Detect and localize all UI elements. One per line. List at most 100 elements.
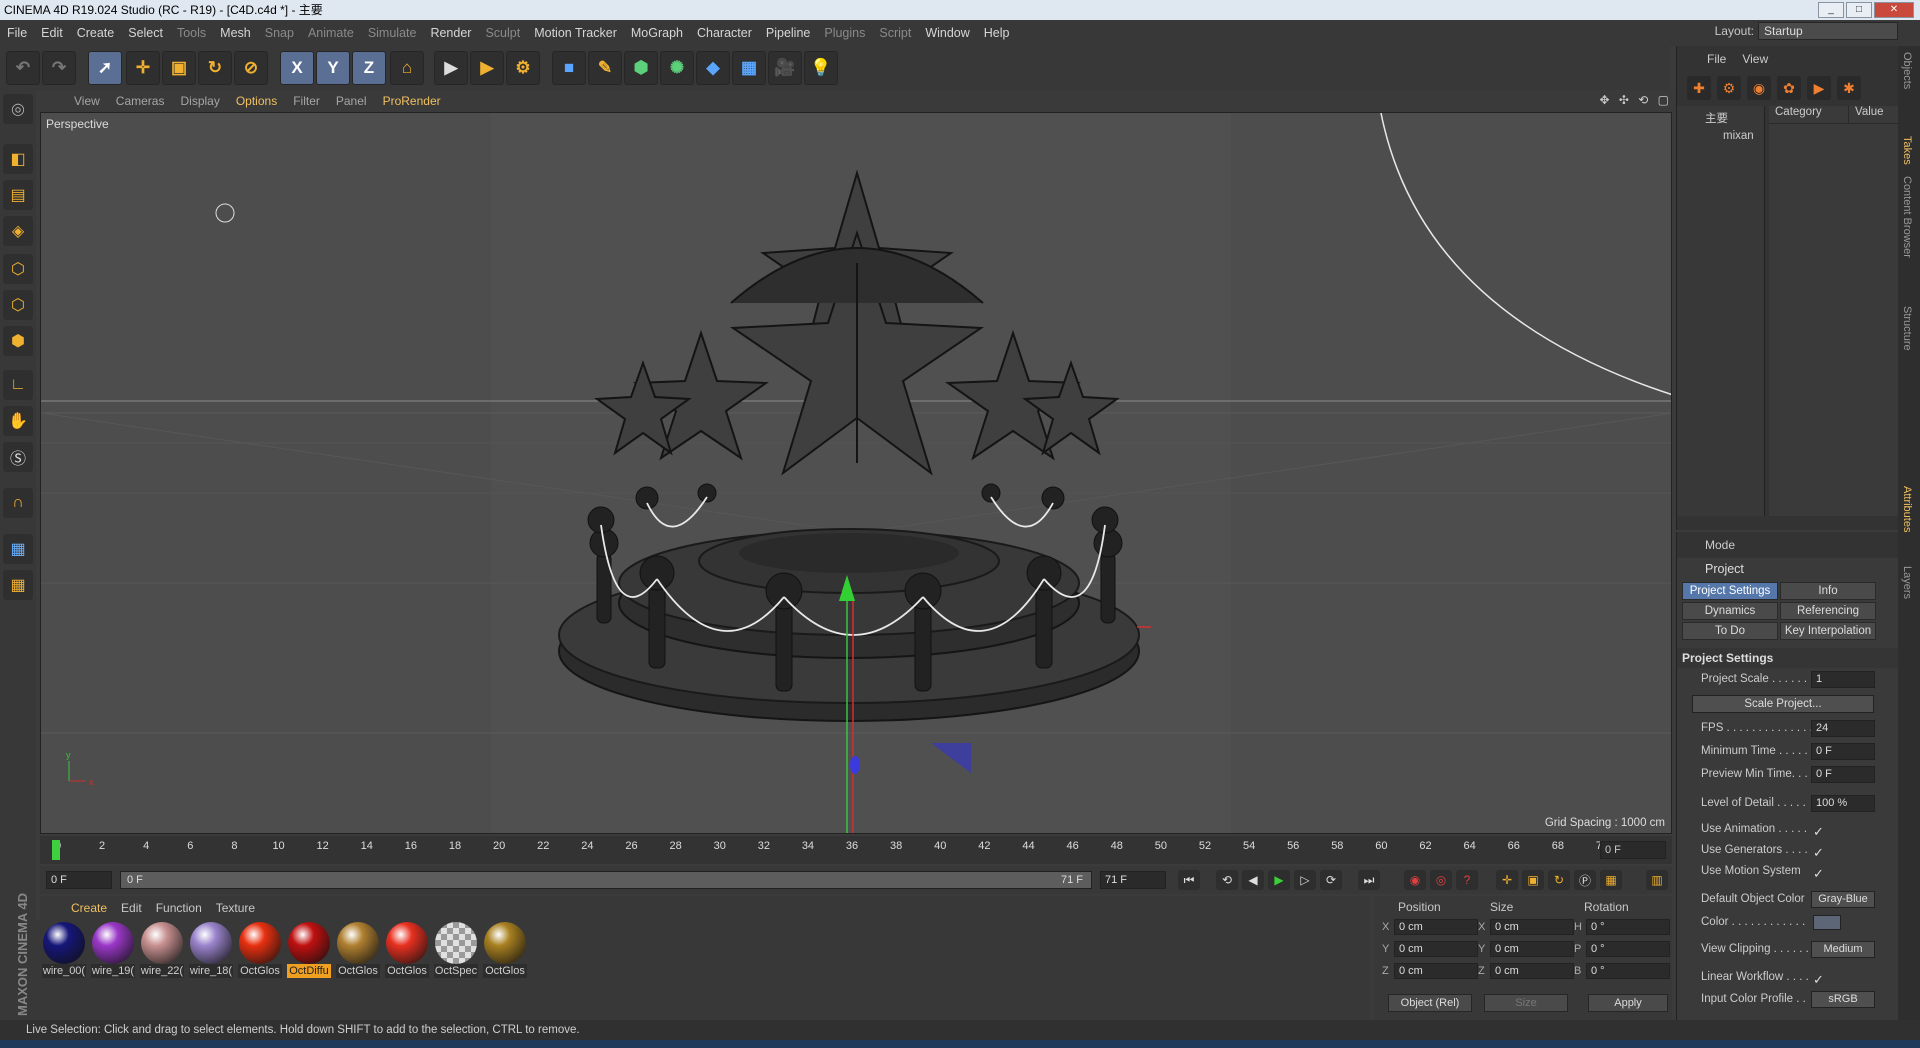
pen-spline-icon[interactable]: ✎ — [588, 51, 622, 85]
timeline-ruler[interactable]: 0246810121416182022242628303234363840424… — [40, 836, 1672, 864]
material-swatch[interactable]: wire_22( — [140, 922, 184, 978]
side-tab-content-browser[interactable]: Content Browser — [1901, 176, 1913, 258]
material-menu-create[interactable]: Create — [64, 901, 114, 915]
viewport-menu-display[interactable]: Display — [172, 94, 227, 108]
redo-icon[interactable]: ↷ — [42, 51, 76, 85]
render-picture-viewer-icon[interactable]: ▶ — [470, 51, 504, 85]
key-position-icon[interactable]: ✛ — [1496, 870, 1518, 890]
viewport-menu-cameras[interactable]: Cameras — [108, 94, 173, 108]
maximize-button[interactable]: □ — [1846, 2, 1872, 18]
viewport-nav-icons[interactable]: ✥ ✣ ⟲ ▢ — [1599, 93, 1672, 107]
menu-file[interactable]: File — [0, 20, 34, 46]
takes-settings-icon[interactable]: ✱ — [1837, 76, 1861, 100]
go-to-start-icon[interactable]: ⏮ — [1178, 870, 1200, 890]
subdivision-icon[interactable]: ⬢ — [624, 51, 658, 85]
objects-menu-file[interactable]: File — [1699, 52, 1734, 66]
material-menu-edit[interactable]: Edit — [114, 901, 149, 915]
menu-tools[interactable]: Tools — [170, 20, 213, 46]
apply-button[interactable]: Apply — [1588, 994, 1668, 1012]
go-to-end-icon[interactable]: ⏭ — [1358, 870, 1380, 890]
end-frame-field[interactable]: 71 F — [1100, 871, 1166, 889]
light-icon[interactable]: 💡 — [804, 51, 838, 85]
material-swatch[interactable]: wire_00( — [42, 922, 86, 978]
viewport-menu-prorender[interactable]: ProRender — [375, 94, 449, 108]
coord-field[interactable]: 0 cm — [1394, 919, 1478, 935]
planar-workplane-icon[interactable]: ▦ — [3, 570, 33, 600]
default-color-dropdown[interactable]: Gray-Blue — [1811, 891, 1875, 908]
points-mode-icon[interactable]: ⬡ — [3, 254, 33, 284]
menu-plugins[interactable]: Plugins — [817, 20, 872, 46]
fps-field[interactable]: 24 — [1811, 720, 1875, 737]
takes-render-icon[interactable]: ▶ — [1807, 76, 1831, 100]
preview-range-slider[interactable]: 0 F 71 F — [120, 871, 1092, 889]
render-view-icon[interactable]: ▶ — [434, 51, 468, 85]
timeline-window-icon[interactable]: ▥ — [1646, 870, 1668, 890]
tab-project-settings[interactable]: Project Settings — [1682, 582, 1778, 600]
deformer-icon[interactable]: ◆ — [696, 51, 730, 85]
side-tab-attributes[interactable]: Attributes — [1901, 486, 1913, 532]
viewport-menu-options[interactable]: Options — [228, 94, 285, 108]
menu-edit[interactable]: Edit — [34, 20, 70, 46]
material-menu-function[interactable]: Function — [149, 901, 209, 915]
coord-field[interactable]: 0 ° — [1586, 963, 1670, 979]
undo-icon[interactable]: ↶ — [6, 51, 40, 85]
material-menu-texture[interactable]: Texture — [209, 901, 262, 915]
menu-character[interactable]: Character — [690, 20, 759, 46]
menu-window[interactable]: Window — [918, 20, 976, 46]
material-swatch[interactable]: wire_18( — [189, 922, 233, 978]
coord-field[interactable]: 0 cm — [1490, 963, 1574, 979]
cube-icon[interactable]: ■ — [552, 51, 586, 85]
workplane-lock-icon[interactable]: ▦ — [3, 534, 33, 564]
axis-mode-icon[interactable]: ∟ — [3, 370, 33, 400]
menu-mesh[interactable]: Mesh — [213, 20, 258, 46]
recent-tool-icon[interactable]: ⊘ — [234, 51, 268, 85]
prev-frame-icon[interactable]: ◀ — [1242, 870, 1264, 890]
live-selection-icon[interactable]: ➚ — [88, 51, 122, 85]
viewport-perspective[interactable]: y x Perspective Grid Spacing : 1000 cm — [40, 112, 1672, 834]
snap-icon[interactable]: ∩ — [3, 488, 33, 518]
z-axis-lock-icon[interactable]: Z — [352, 51, 386, 85]
material-swatch[interactable]: OctSpec — [434, 922, 478, 978]
coord-field[interactable]: 0 cm — [1394, 963, 1478, 979]
coord-field[interactable]: 0 ° — [1586, 919, 1670, 935]
category-column-header[interactable]: Category — [1769, 106, 1849, 123]
coord-field[interactable]: 0 ° — [1586, 941, 1670, 957]
viewport-menu-view[interactable]: View — [66, 94, 108, 108]
menu-pipeline[interactable]: Pipeline — [759, 20, 817, 46]
menu-help[interactable]: Help — [977, 20, 1017, 46]
coord-field[interactable]: 0 cm — [1394, 941, 1478, 957]
playhead[interactable] — [52, 840, 60, 860]
takes-lock-icon[interactable]: ✿ — [1777, 76, 1801, 100]
material-swatch[interactable]: OctGlos — [483, 922, 527, 978]
side-tab-objects[interactable]: Objects — [1901, 52, 1913, 89]
close-button[interactable]: ✕ — [1874, 2, 1914, 18]
menu-script[interactable]: Script — [872, 20, 918, 46]
prev-key-icon[interactable]: ⟲ — [1216, 870, 1238, 890]
key-scale-icon[interactable]: ▣ — [1522, 870, 1544, 890]
color-swatch[interactable] — [1813, 915, 1841, 930]
solo-icon[interactable]: Ⓢ — [3, 442, 33, 472]
material-swatch[interactable]: OctDiffu — [287, 922, 331, 978]
layout-selector[interactable]: Layout: Startup — [1715, 22, 1898, 40]
scale-icon[interactable]: ▣ — [162, 51, 196, 85]
input-profile-dropdown[interactable]: sRGB — [1811, 991, 1875, 1008]
tweak-mode-icon[interactable]: ✋ — [3, 406, 33, 436]
preview-min-field[interactable]: 0 F — [1811, 766, 1875, 783]
key-parameter-icon[interactable]: Ⓟ — [1574, 870, 1596, 890]
menu-create[interactable]: Create — [70, 20, 122, 46]
rotate-icon[interactable]: ↻ — [198, 51, 232, 85]
menu-select[interactable]: Select — [121, 20, 170, 46]
play-icon[interactable]: ▶ — [1268, 870, 1290, 890]
key-pla-icon[interactable]: ▦ — [1600, 870, 1622, 890]
material-swatch[interactable]: OctGlos — [238, 922, 282, 978]
auto-keying-icon[interactable]: ◎ — [1430, 870, 1452, 890]
edges-mode-icon[interactable]: ⬡ — [3, 290, 33, 320]
menu-simulate[interactable]: Simulate — [361, 20, 424, 46]
object-tree[interactable]: 主要 mixan — [1677, 106, 1765, 516]
camera-icon[interactable]: 🎥 — [768, 51, 802, 85]
tab-referencing[interactable]: Referencing — [1780, 602, 1876, 620]
takes-add-icon[interactable]: ✚ — [1687, 76, 1711, 100]
start-frame-field[interactable]: 0 F — [46, 871, 112, 889]
make-editable-icon[interactable]: ◎ — [3, 94, 33, 124]
tree-item-child[interactable]: mixan — [1677, 126, 1764, 142]
